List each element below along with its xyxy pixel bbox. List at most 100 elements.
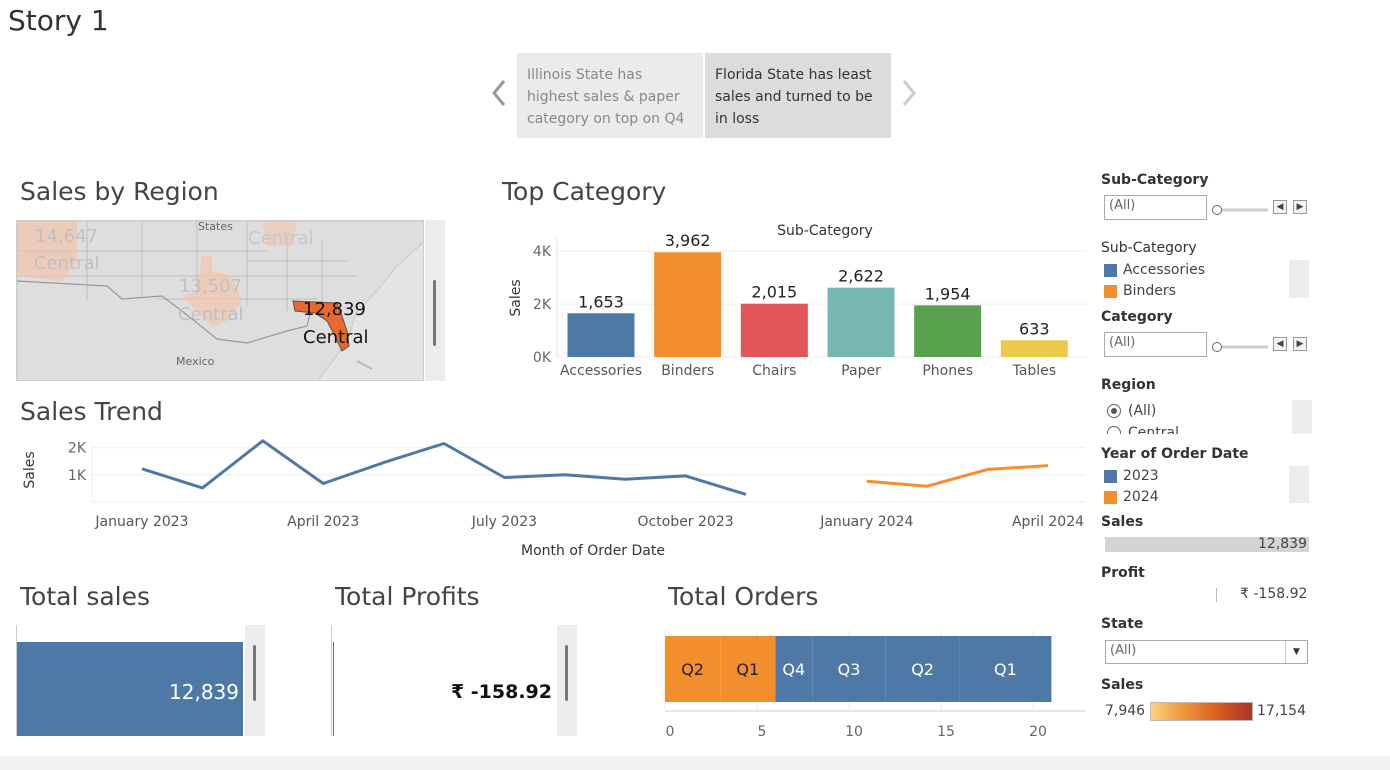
profit-summary-bar — [1216, 588, 1217, 602]
map-value-1: 14,647 — [35, 226, 98, 247]
bar-y-axis-label: Sales — [508, 279, 524, 316]
legend-item-accessories[interactable]: Accessories — [1104, 260, 1205, 281]
trend-x-axis-label: Month of Order Date — [521, 543, 665, 559]
orders-segment-label: Q3 — [838, 660, 861, 679]
bar-paper[interactable] — [827, 287, 895, 357]
trend-x-tick-label: July 2023 — [471, 514, 537, 530]
map-scrollbar[interactable] — [425, 220, 445, 381]
total-sales-value: 12,839 — [169, 680, 239, 704]
map-region-1: Central — [34, 253, 100, 274]
map-value-3: 13,507 — [179, 276, 242, 297]
total-sales-panel: 12,839 — [16, 625, 244, 736]
legend-item-2023[interactable]: 2023 — [1104, 466, 1159, 487]
region-option-label: (All) — [1128, 403, 1157, 419]
bar-category-label: Paper — [841, 363, 881, 379]
state-dropdown-value: (All) — [1110, 643, 1137, 658]
top-category-chart: Sub-Category Sales 0K 2K 4K 1,653 Accessori… — [508, 223, 1087, 379]
total-sales-title: Total sales — [20, 582, 151, 611]
trend-y-axis-label: Sales — [22, 451, 38, 488]
map-scroll-thumb[interactable] — [433, 280, 436, 346]
sub-category-legend-label: Sub-Category — [1101, 240, 1197, 256]
sales-summary-bar: 12,839 — [1105, 536, 1309, 552]
total-orders-title: Total Orders — [668, 582, 819, 611]
legend-swatch — [1104, 263, 1117, 277]
total-profits-scrollbar[interactable] — [557, 625, 577, 736]
bar-accessories[interactable] — [567, 313, 635, 357]
total-profits-scroll-thumb[interactable] — [565, 645, 568, 701]
orders-x-tick-label: 0 — [666, 724, 675, 740]
region-scrollbar[interactable] — [1292, 400, 1312, 434]
orders-x-tick-label: 20 — [1029, 724, 1047, 740]
bar-value-label: 2,622 — [838, 267, 884, 286]
sub-category-slider[interactable] — [1211, 201, 1269, 215]
category-prev-button[interactable]: ◀ — [1273, 337, 1287, 351]
legend-label: 2024 — [1123, 489, 1159, 505]
sales-color-min: 7,946 — [1105, 703, 1146, 719]
year-legend: 2023 2024 — [1104, 466, 1159, 508]
total-sales-scrollbar[interactable] — [245, 625, 265, 736]
story-point-2[interactable]: Florida State has least sales and turned… — [705, 53, 891, 138]
map-value-4: 12,839 — [303, 299, 366, 320]
chevron-right-icon[interactable] — [899, 78, 919, 116]
chevron-down-icon[interactable]: ▼ — [1285, 641, 1307, 663]
sales-color-legend-label: Sales — [1101, 677, 1144, 693]
legend-item-2024[interactable]: 2024 — [1104, 487, 1159, 508]
bar-y-tick-label: 0K — [533, 350, 552, 366]
sub-category-legend: Accessories Binders — [1104, 260, 1205, 302]
bar-value-label: 1,653 — [578, 292, 624, 311]
bar-category-label: Binders — [661, 363, 714, 379]
map-label-mexico: Mexico — [176, 355, 215, 368]
sub-category-next-button[interactable]: ▶ — [1293, 200, 1307, 214]
bar-tables[interactable] — [1000, 340, 1068, 357]
total-sales-scroll-thumb[interactable] — [253, 645, 256, 701]
sales-summary-label: Sales — [1101, 514, 1144, 530]
bar-category-label: Chairs — [752, 363, 796, 379]
category-slider[interactable] — [1211, 338, 1269, 352]
sub-category-filter-input[interactable]: (All) — [1104, 195, 1207, 220]
orders-x-tick-label: 15 — [937, 724, 955, 740]
chevron-left-icon[interactable] — [489, 78, 509, 116]
trend-y-tick-label: 2K — [68, 441, 87, 457]
orders-x-tick-label: 5 — [758, 724, 767, 740]
state-dropdown[interactable]: (All) ▼ — [1105, 640, 1308, 664]
sales-trend-chart: Sales 1K 2K January 2023 April 2023 July 202… — [22, 439, 1085, 559]
sub-category-prev-button[interactable]: ◀ — [1273, 200, 1287, 214]
story-point-1[interactable]: Illinois State has highest sales & paper… — [517, 53, 703, 138]
bar-category-label: Phones — [922, 363, 973, 379]
bar-binders[interactable] — [654, 252, 722, 357]
orders-segment-label: Q2 — [911, 660, 934, 679]
sales-color-ramp — [1150, 702, 1253, 721]
sales-by-region-title: Sales by Region — [20, 177, 219, 206]
orders-segment-label: Q4 — [782, 660, 805, 679]
bar-y-tick-label: 2K — [533, 297, 552, 313]
legend-label: 2023 — [1123, 468, 1159, 484]
region-option-all[interactable]: (All) — [1106, 400, 1292, 422]
region-map[interactable]: States Mexico 14,647 Central Central 13,… — [16, 220, 424, 381]
top-category-title: Top Category — [502, 177, 667, 206]
bar-chairs[interactable] — [740, 303, 808, 357]
legend-label: Binders — [1123, 283, 1176, 299]
trend-line-2024[interactable] — [866, 464, 1049, 488]
footer-bar — [0, 756, 1390, 770]
trend-line-2023[interactable] — [141, 439, 747, 496]
bar-phones[interactable] — [914, 305, 982, 357]
bar-value-label: 1,954 — [925, 284, 971, 303]
legend-item-binders[interactable]: Binders — [1104, 281, 1205, 302]
year-legend-scrollbar[interactable] — [1289, 466, 1309, 503]
category-next-button[interactable]: ▶ — [1293, 337, 1307, 351]
sub-category-legend-scrollbar[interactable] — [1289, 260, 1309, 298]
bar-category-label: Tables — [1012, 363, 1056, 379]
total-profits-value: ₹ -158.92 — [450, 681, 552, 703]
legend-label: Accessories — [1123, 262, 1206, 278]
category-filter-input[interactable]: (All) — [1104, 332, 1207, 357]
legend-swatch — [1104, 490, 1117, 504]
bar-chart-title: Sub-Category — [777, 223, 873, 239]
total-orders-chart: 0 5 10 15 20 Q2 Q1 Q4 Q3 Q2 Q1 — [664, 630, 1085, 740]
total-profits-title: Total Profits — [335, 582, 480, 611]
region-option-central[interactable]: Central — [1106, 422, 1292, 434]
category-filter-label: Category — [1101, 309, 1173, 325]
bar-value-label: 2,015 — [751, 283, 797, 302]
trend-x-tick-label: January 2024 — [819, 514, 913, 530]
story-title: Story 1 — [8, 4, 109, 37]
map-label-states: States — [198, 221, 233, 233]
